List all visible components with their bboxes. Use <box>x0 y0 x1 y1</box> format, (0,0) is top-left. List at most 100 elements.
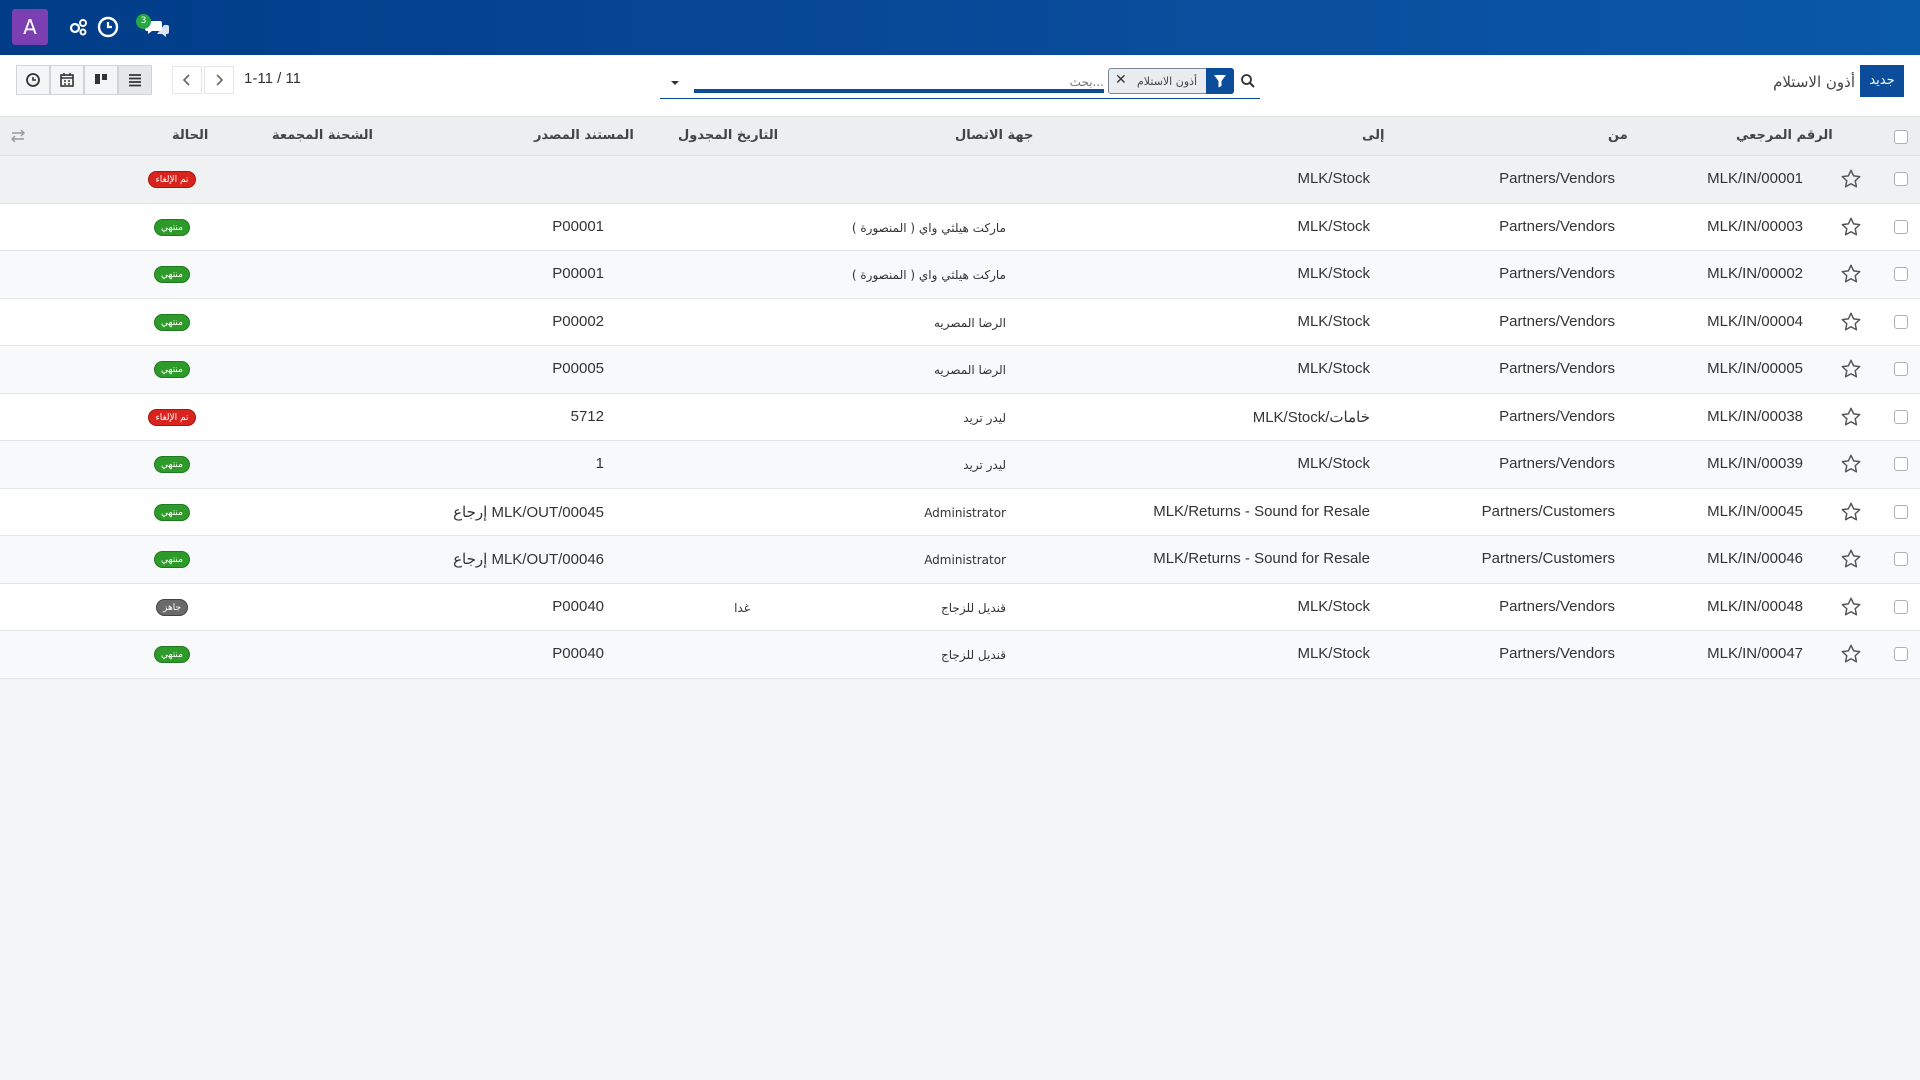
select-all-checkbox[interactable] <box>1894 130 1908 144</box>
pager-value[interactable]: 1-11 / 11 <box>244 70 301 87</box>
column-header-source[interactable]: المستند المصدر <box>534 128 634 143</box>
search-icon[interactable] <box>1240 73 1256 89</box>
cell-source: إرجاع MLK/OUT/00046 <box>453 551 604 568</box>
table-row[interactable]: MLK/IN/00005 Partners/Vendors MLK/Stock الر… <box>0 346 1920 394</box>
cell-scheduled: غدا <box>734 600 750 615</box>
cell-to: MLK/Returns - Sound for Resale <box>1153 502 1370 520</box>
facet-label: أذون الاستلام <box>1137 75 1198 88</box>
breadcrumb: أذون الاستلام <box>1773 73 1855 91</box>
row-checkbox[interactable] <box>1894 314 1908 329</box>
cell-contact: ليدر تريد <box>963 410 1006 425</box>
list-icon <box>129 74 141 87</box>
table-row[interactable]: MLK/IN/00048 Partners/Vendors MLK/Stock قند… <box>0 583 1920 631</box>
filter-icon <box>1206 68 1234 94</box>
status-badge: منتهي <box>154 313 190 331</box>
cell-from: Partners/Vendors <box>1499 645 1615 662</box>
column-header-batch[interactable]: الشحنة المجمعة <box>272 128 373 143</box>
optional-columns-icon[interactable] <box>10 129 26 143</box>
cell-contact: قنديل للزجاج <box>941 600 1006 615</box>
list-view-button[interactable] <box>118 65 152 95</box>
star-icon[interactable] <box>1840 501 1862 523</box>
search-focus-underline <box>694 89 1104 93</box>
new-button[interactable]: جديد <box>1860 65 1904 97</box>
star-icon[interactable] <box>1840 311 1862 333</box>
pager-previous-button[interactable] <box>172 66 202 94</box>
table-row[interactable]: MLK/IN/00047 Partners/Vendors MLK/Stock قند… <box>0 631 1920 679</box>
column-header-scheduled[interactable]: التاريخ المجدول <box>678 128 778 143</box>
cell-from: Partners/Vendors <box>1499 360 1615 377</box>
facet-remove-icon[interactable]: ✕ <box>1115 72 1127 88</box>
cell-source: إرجاع MLK/OUT/00045 <box>453 503 604 521</box>
row-checkbox[interactable] <box>1894 599 1908 614</box>
star-icon[interactable] <box>1840 358 1862 380</box>
cell-to: MLK/Stock/خامات <box>1252 408 1370 426</box>
star-icon[interactable] <box>1840 548 1862 570</box>
star-icon[interactable] <box>1840 453 1862 475</box>
column-header-status[interactable]: الحالة <box>172 128 230 143</box>
cell-reference: MLK/IN/00048 <box>1707 597 1803 615</box>
cell-source: P00001 <box>552 217 604 235</box>
table-row[interactable]: MLK/IN/00004 Partners/Vendors MLK/Stock الر… <box>0 298 1920 346</box>
row-checkbox[interactable] <box>1894 172 1908 186</box>
table-row[interactable]: MLK/IN/00039 Partners/Vendors MLK/Stock ليد… <box>0 441 1920 489</box>
cell-to: MLK/Stock <box>1297 597 1370 615</box>
cell-contact: ماركت هيلثي واي ( المنصورة ) <box>851 268 1006 282</box>
status-badge: تم الإلغاء <box>148 171 196 188</box>
column-header-reference[interactable]: الرقم المرجعي <box>1736 128 1833 143</box>
status-badge: جاهز <box>155 598 189 616</box>
table-row[interactable]: MLK/IN/00003 Partners/Vendors MLK/Stock مار… <box>0 203 1920 251</box>
star-icon[interactable] <box>1840 216 1862 238</box>
cell-source: 5712 <box>570 407 604 425</box>
search-facet: ✕ أذون الاستلام <box>1108 68 1234 94</box>
cell-contact: الرضا المصريه <box>934 315 1006 330</box>
column-header-to[interactable]: إلى <box>1362 128 1385 143</box>
status-badge: منتهي <box>154 646 190 663</box>
star-icon[interactable] <box>1840 168 1862 190</box>
activity-view-button[interactable] <box>16 65 50 95</box>
cell-reference: MLK/IN/00047 <box>1707 645 1803 662</box>
calendar-view-button[interactable] <box>50 65 84 95</box>
row-checkbox[interactable] <box>1894 409 1908 424</box>
chevron-left-icon <box>182 74 190 86</box>
cell-reference: MLK/IN/00045 <box>1707 502 1803 520</box>
debug-icon[interactable] <box>66 15 90 39</box>
calendar-icon <box>60 73 74 87</box>
row-checkbox[interactable] <box>1894 457 1908 471</box>
row-checkbox[interactable] <box>1894 552 1908 566</box>
user-avatar[interactable]: A <box>12 9 48 45</box>
kanban-icon <box>95 74 107 84</box>
top-navbar: A 3 <box>0 0 1920 55</box>
kanban-view-button[interactable] <box>84 65 118 95</box>
status-badge: منتهي <box>154 266 190 283</box>
star-icon[interactable] <box>1840 263 1862 285</box>
cell-from: Partners/Vendors <box>1499 597 1615 615</box>
row-checkbox[interactable] <box>1894 362 1908 376</box>
search-options-caret-icon[interactable] <box>668 76 682 90</box>
table-row[interactable]: MLK/IN/00001 Partners/Vendors MLK/Stock تم … <box>0 156 1920 204</box>
cell-to: MLK/Stock <box>1297 455 1370 472</box>
cell-contact: Administrator <box>924 505 1006 520</box>
activity-clock-icon[interactable] <box>96 15 120 39</box>
row-checkbox[interactable] <box>1894 219 1908 234</box>
column-header-contact[interactable]: جهة الاتصال <box>955 128 1033 143</box>
cell-to: MLK/Stock <box>1297 645 1370 662</box>
star-icon[interactable] <box>1840 406 1862 428</box>
control-panel: 1-11 / 11 ✕ أذون الاستلام أذون الاستلام … <box>0 55 1920 117</box>
table-row[interactable]: MLK/IN/00038 Partners/Vendors MLK/Stock/خا… <box>0 393 1920 441</box>
status-badge: منتهي <box>154 456 190 473</box>
row-checkbox[interactable] <box>1894 504 1908 519</box>
star-icon[interactable] <box>1840 596 1862 618</box>
cell-reference: MLK/IN/00046 <box>1707 550 1803 567</box>
cell-source: 1 <box>595 455 604 472</box>
cell-reference: MLK/IN/00003 <box>1707 217 1803 235</box>
table-row[interactable]: MLK/IN/00045 Partners/Customers MLK/Return… <box>0 488 1920 536</box>
pager-next-button[interactable] <box>204 66 234 94</box>
row-checkbox[interactable] <box>1894 647 1908 661</box>
cell-contact: قنديل للزجاج <box>941 648 1006 662</box>
column-header-from[interactable]: من <box>1608 128 1628 143</box>
cell-to: MLK/Stock <box>1297 217 1370 235</box>
table-row[interactable]: MLK/IN/00046 Partners/Customers MLK/Return… <box>0 536 1920 584</box>
row-checkbox[interactable] <box>1894 267 1908 281</box>
star-icon[interactable] <box>1840 643 1862 665</box>
table-row[interactable]: MLK/IN/00002 Partners/Vendors MLK/Stock مار… <box>0 251 1920 299</box>
